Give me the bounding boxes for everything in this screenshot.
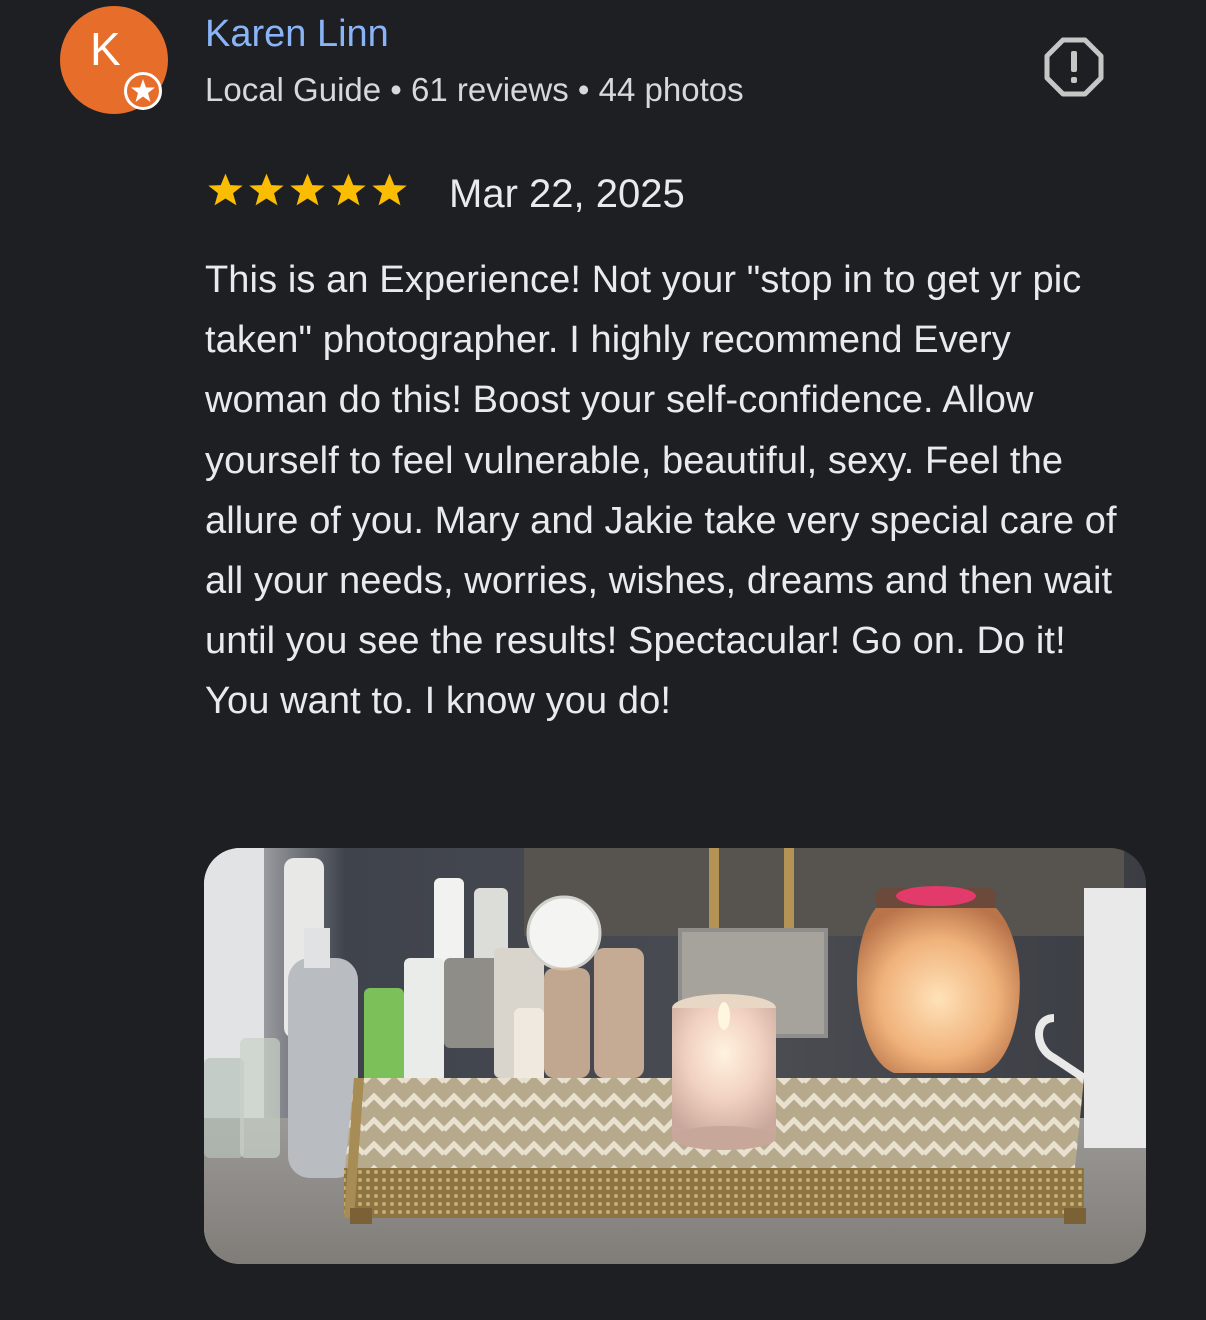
vanity-tray-photo [204,848,1146,1264]
star-icon [205,172,246,208]
review-date: Mar 22, 2025 [449,172,685,216]
star-rating [205,172,410,208]
review-photo[interactable] [204,848,1146,1264]
review-text: This is an Experience! Not your "stop in… [205,259,1117,723]
report-flag-icon [1044,37,1104,97]
reviewer-meta: Local Guide • 61 reviews • 44 photos [205,71,744,108]
avatar-letter: K [90,23,121,75]
star-icon [246,172,287,208]
local-guide-badge-icon [124,72,162,110]
star-icon [328,172,369,208]
star-icon [287,172,328,208]
avatar[interactable]: K [60,6,168,114]
star-icon [369,172,410,208]
report-review-button[interactable] [1044,37,1104,97]
reviewer-name-link[interactable]: Karen Linn [205,12,389,56]
